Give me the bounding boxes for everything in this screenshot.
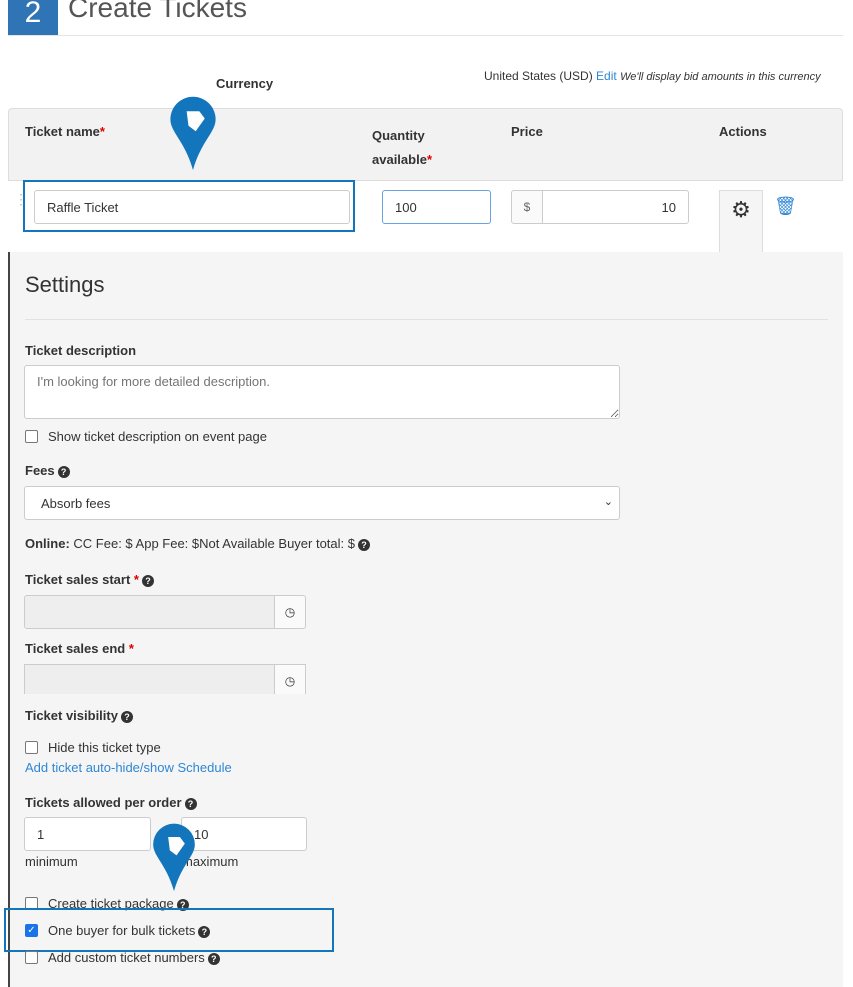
page-title: Create Tickets <box>68 0 247 23</box>
hide-ticket-label: Hide this ticket type <box>48 740 161 755</box>
trash-icon[interactable]: 🗑 <box>774 196 797 217</box>
sales-start-label: Ticket sales start *? <box>25 572 154 587</box>
currency-info: United States (USD) Edit We'll display b… <box>484 69 821 83</box>
min-per-order-input[interactable] <box>24 817 151 851</box>
custom-numbers-checkbox[interactable] <box>25 951 38 964</box>
auto-hide-schedule-link[interactable]: Add ticket auto-hide/show Schedule <box>25 760 232 775</box>
description-textarea[interactable] <box>24 365 620 419</box>
col-quantity: Quantity available* <box>372 128 432 167</box>
col-price: Price <box>511 124 543 139</box>
quantity-input[interactable] <box>382 190 491 224</box>
min-label: minimum <box>25 854 78 869</box>
price-input[interactable] <box>542 190 689 224</box>
fees-label: Fees? <box>25 463 70 478</box>
divider <box>8 35 843 36</box>
visibility-label: Ticket visibility? <box>25 708 133 723</box>
help-icon: ? <box>207 952 220 965</box>
help-icon: ? <box>358 538 370 551</box>
fees-select[interactable]: Absorb fees ⌄ <box>24 486 620 520</box>
clock-icon[interactable]: ◷ <box>274 595 306 629</box>
description-label: Ticket description <box>25 343 137 358</box>
currency-label: Currency <box>216 76 274 91</box>
map-pin-icon <box>170 96 216 171</box>
settings-title: Settings <box>25 272 105 297</box>
highlight-box <box>23 180 355 232</box>
hide-ticket-checkbox[interactable] <box>25 741 38 754</box>
highlight-box <box>4 908 334 952</box>
settings-gear-icon[interactable]: ⚙ <box>719 190 763 253</box>
currency-addon: $ <box>511 190 543 224</box>
chevron-down-icon: ⌄ <box>603 496 613 508</box>
currency-edit-link[interactable]: Edit <box>596 69 617 83</box>
show-description-label: Show ticket description on event page <box>48 429 267 444</box>
help-icon: ? <box>141 574 154 587</box>
help-icon: ? <box>120 710 133 723</box>
col-actions: Actions <box>719 124 767 139</box>
currency-note: We'll display bid amounts in this curren… <box>620 71 821 83</box>
custom-numbers-label: Add custom ticket numbers? <box>48 950 220 965</box>
help-icon: ? <box>184 797 197 810</box>
col-ticket-name: Ticket name* <box>25 124 105 139</box>
sales-end-input[interactable] <box>24 664 276 694</box>
map-pin-icon <box>153 823 195 892</box>
per-order-label: Tickets allowed per order? <box>25 795 197 810</box>
step-number: 2 <box>8 0 58 35</box>
currency-value: United States (USD) <box>484 69 593 83</box>
sales-start-input[interactable] <box>24 595 276 629</box>
sales-end-label: Ticket sales end * <box>25 641 134 656</box>
help-icon: ? <box>57 465 70 478</box>
clock-icon[interactable]: ◷ <box>274 664 306 694</box>
divider <box>25 319 828 320</box>
show-description-checkbox[interactable] <box>25 430 38 443</box>
online-fees-info: Online: CC Fee: $ App Fee: $Not Availabl… <box>25 536 370 551</box>
